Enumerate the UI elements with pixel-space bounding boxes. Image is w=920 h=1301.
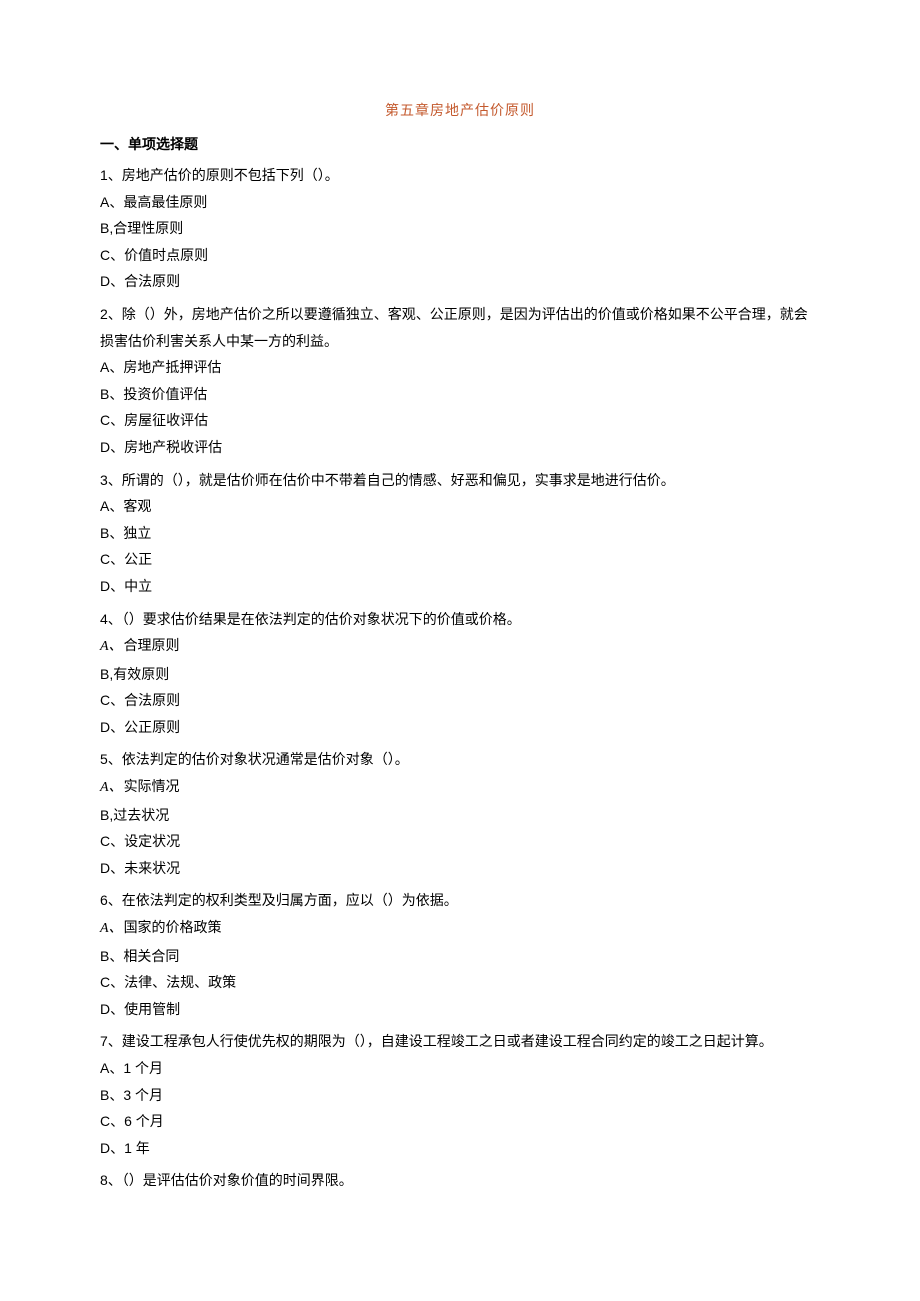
document-page: 第五章房地产估价原则 一、单项选择题 1、房地产估价的原则不包括下列（）。A、最…	[0, 0, 920, 1260]
option-letter: A、	[100, 498, 123, 514]
option: B、3 个月	[100, 1082, 820, 1109]
option-text: 房地产税收评估	[124, 439, 222, 455]
option-letter: A、	[100, 639, 123, 654]
option-text: 国家的价格政策	[124, 919, 222, 935]
option: D、房地产税收评估	[100, 434, 820, 461]
option-text: 客观	[123, 498, 151, 514]
option-letter: D、	[100, 719, 124, 735]
question-stem: 5、依法判定的估价对象状况通常是估价对象（）。	[100, 746, 820, 773]
option-letter: D、	[100, 1001, 124, 1017]
option-letter: A、	[100, 780, 123, 795]
option-letter: D、	[100, 1140, 124, 1156]
option-text: 合理性原则	[113, 220, 183, 236]
option-letter: C、	[100, 974, 124, 990]
option-letter: A、	[100, 359, 123, 375]
option: C、房屋征收评估	[100, 407, 820, 434]
option-letter: D、	[100, 578, 124, 594]
option-text: 3 个月	[123, 1087, 163, 1103]
option: C、法律、法规、政策	[100, 969, 820, 996]
option-letter: B、	[100, 525, 123, 541]
question-stem: 4、（）要求估价结果是在依法判定的估价对象状况下的价值或价格。	[100, 606, 820, 633]
option-letter: C、	[100, 247, 124, 263]
question-stem: 3、所谓的（），就是估价师在估价中不带着自己的情感、好恶和偏见，实事求是地进行估…	[100, 467, 820, 494]
option-letter: B,	[100, 666, 113, 682]
spacer	[100, 1194, 820, 1200]
questions-container: 1、房地产估价的原则不包括下列（）。A、最高最佳原则B,合理性原则C、价值时点原…	[100, 162, 820, 1200]
option-text: 实际情况	[124, 778, 180, 794]
option-text: 相关合同	[123, 948, 179, 964]
option-letter: B,	[100, 807, 113, 823]
option-letter: A、	[100, 194, 123, 210]
option-text: 公正	[124, 551, 152, 567]
option-text: 公正原则	[124, 719, 180, 735]
option-letter: C、	[100, 412, 124, 428]
option-text: 1 年	[124, 1140, 150, 1156]
option-text: 有效原则	[113, 666, 169, 682]
option-letter: C、	[100, 551, 124, 567]
option: C、设定状况	[100, 828, 820, 855]
option-text: 房地产抵押评估	[123, 359, 221, 375]
option: A、实际情况	[100, 773, 820, 802]
option-text: 过去状况	[113, 807, 169, 823]
option: D、公正原则	[100, 714, 820, 741]
option: C、价值时点原则	[100, 242, 820, 269]
option: C、合法原则	[100, 687, 820, 714]
option: C、6 个月	[100, 1108, 820, 1135]
page-title: 第五章房地产估价原则	[100, 100, 820, 120]
option-letter: C、	[100, 692, 124, 708]
option: A、房地产抵押评估	[100, 354, 820, 381]
section-heading: 一、单项选择题	[100, 134, 820, 154]
option-text: 法律、法规、政策	[124, 974, 236, 990]
option: D、合法原则	[100, 268, 820, 295]
option-text: 设定状况	[124, 833, 180, 849]
question-stem: 7、建设工程承包人行使优先权的期限为（），自建设工程竣工之日或者建设工程合同约定…	[100, 1028, 820, 1055]
option: D、使用管制	[100, 996, 820, 1023]
question-stem: 1、房地产估价的原则不包括下列（）。	[100, 162, 820, 189]
option-text: 6 个月	[124, 1113, 164, 1129]
option-letter: A、	[100, 1060, 123, 1076]
option-letter: D、	[100, 860, 124, 876]
option: C、公正	[100, 546, 820, 573]
option: D、1 年	[100, 1135, 820, 1162]
option: A、国家的价格政策	[100, 914, 820, 943]
option-text: 合理原则	[124, 637, 180, 653]
option: A、1 个月	[100, 1055, 820, 1082]
option-letter: C、	[100, 833, 124, 849]
option: B,过去状况	[100, 802, 820, 829]
option: A、合理原则	[100, 632, 820, 661]
option-letter: B,	[100, 220, 113, 236]
option: B,合理性原则	[100, 215, 820, 242]
question-stem: 6、在依法判定的权利类型及归属方面，应以（）为依据。	[100, 887, 820, 914]
option: A、客观	[100, 493, 820, 520]
option: D、未来状况	[100, 855, 820, 882]
option-letter: B、	[100, 1087, 123, 1103]
option: B、投资价值评估	[100, 381, 820, 408]
option-text: 最高最佳原则	[123, 194, 207, 210]
question-stem: 8、（）是评估估价对象价值的时间界限。	[100, 1167, 820, 1194]
option-text: 中立	[124, 578, 152, 594]
option-text: 未来状况	[124, 860, 180, 876]
option-text: 价值时点原则	[124, 247, 208, 263]
option-text: 房屋征收评估	[124, 412, 208, 428]
option-letter: B、	[100, 948, 123, 964]
option: B、相关合同	[100, 943, 820, 970]
option-letter: A、	[100, 921, 123, 936]
option: B,有效原则	[100, 661, 820, 688]
option-letter: C、	[100, 1113, 124, 1129]
option-letter: B、	[100, 386, 123, 402]
option-letter: D、	[100, 439, 124, 455]
option: A、最高最佳原则	[100, 189, 820, 216]
option: D、中立	[100, 573, 820, 600]
option: B、独立	[100, 520, 820, 547]
option-text: 1 个月	[123, 1060, 163, 1076]
option-text: 合法原则	[124, 273, 180, 289]
option-text: 合法原则	[124, 692, 180, 708]
option-text: 使用管制	[124, 1001, 180, 1017]
question-stem: 2、除（）外，房地产估价之所以要遵循独立、客观、公正原则，是因为评估出的价值或价…	[100, 301, 820, 354]
option-letter: D、	[100, 273, 124, 289]
option-text: 独立	[123, 525, 151, 541]
option-text: 投资价值评估	[123, 386, 207, 402]
